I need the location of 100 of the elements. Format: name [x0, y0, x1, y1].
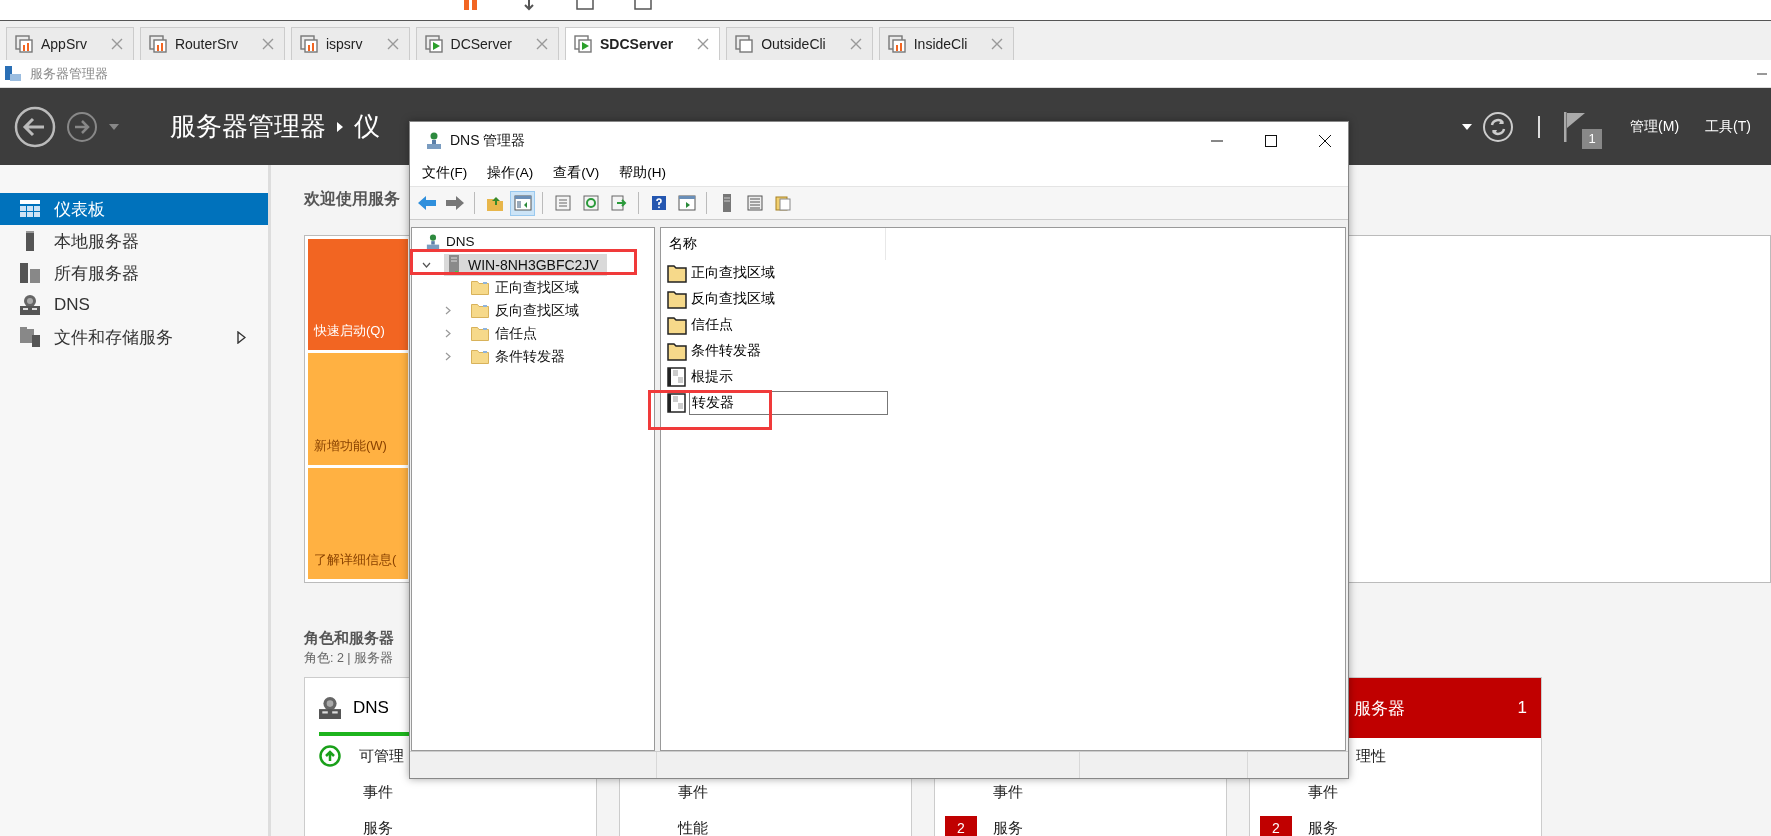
- sidebar-item[interactable]: 所有服务器: [0, 257, 268, 289]
- card-count: 1: [1517, 698, 1527, 718]
- vm-tab[interactable]: InsideCli: [878, 27, 1015, 60]
- card-row-label[interactable]: 事件: [1308, 782, 1338, 802]
- refresh-icon[interactable]: [1482, 110, 1515, 143]
- vm-tab[interactable]: RouterSrv: [139, 27, 285, 60]
- help-icon: [650, 195, 667, 211]
- monitor-chart-icon: [148, 35, 167, 53]
- server-icon: [448, 254, 460, 275]
- roles-title: 角色和服务器: [304, 629, 394, 648]
- header-menu[interactable]: 管理(M): [1630, 117, 1680, 136]
- grid-icon: [20, 200, 40, 218]
- menu-item[interactable]: 查看(V): [545, 164, 608, 182]
- tree-item[interactable]: 正向查找区域: [493, 278, 579, 297]
- window-title: DNS 管理器: [450, 132, 526, 150]
- close-icon[interactable]: [991, 38, 1004, 50]
- globe-server-icon: [20, 295, 40, 315]
- notes-icon: [774, 195, 791, 211]
- monitor-chart-icon: [15, 35, 33, 53]
- dns-app-icon: [426, 132, 442, 150]
- expand-chevron-icon[interactable]: [445, 329, 451, 338]
- sidebar-item[interactable]: 仪表板: [0, 193, 268, 225]
- tree-item[interactable]: 条件转发器: [493, 347, 565, 366]
- folder-icon: [471, 326, 489, 341]
- roles-summary: 角色: 2 | 服务器: [304, 650, 394, 667]
- card-row-label[interactable]: 服务: [363, 818, 393, 836]
- header-menu[interactable]: 工具(T): [1705, 117, 1751, 136]
- vm-tab[interactable]: SDCServer: [565, 27, 721, 60]
- close-icon[interactable]: [849, 38, 862, 50]
- close-icon[interactable]: [386, 38, 399, 50]
- list-item[interactable]: 条件转发器: [689, 342, 761, 360]
- card-row-label[interactable]: 性能: [678, 818, 708, 836]
- card-row-label[interactable]: 服务: [1308, 818, 1338, 836]
- folder-icon: [667, 263, 687, 283]
- app-title: 服务器管理器: [30, 64, 108, 83]
- vm-tab[interactable]: OutsideCli: [726, 27, 873, 60]
- welcome-tile[interactable]: 了解详细信息(: [308, 467, 408, 579]
- close-icon[interactable]: [261, 38, 274, 50]
- forward-icon[interactable]: [66, 110, 98, 143]
- collapse-chevron-icon[interactable]: [422, 261, 431, 268]
- count-badge: 2: [945, 816, 977, 836]
- monitor-play-icon: [424, 35, 443, 53]
- tree-item[interactable]: WIN-8NH3GBFC2JV: [444, 253, 607, 276]
- sidebar-item[interactable]: 本地服务器: [0, 225, 268, 257]
- card-row-label[interactable]: 事件: [363, 782, 393, 802]
- binary-file-icon: [667, 393, 687, 413]
- card-row-label[interactable]: 服务: [993, 818, 1023, 836]
- server-manager-icon: [4, 64, 22, 83]
- close-icon[interactable]: [110, 38, 123, 50]
- caret-icon[interactable]: [1462, 123, 1473, 130]
- menu-item[interactable]: 文件(F): [414, 164, 476, 182]
- card-row-label[interactable]: 事件: [678, 782, 708, 802]
- binary-file-icon: [667, 367, 687, 387]
- folder-icon: [667, 289, 687, 309]
- card-title[interactable]: 服务器: [1354, 696, 1405, 720]
- window-play-icon: [677, 195, 696, 211]
- card-row-label[interactable]: 事件: [993, 782, 1023, 802]
- menu-item[interactable]: 帮助(H): [611, 164, 674, 182]
- folder-icon: [471, 349, 489, 364]
- vm-tab[interactable]: AppSrv: [6, 27, 134, 60]
- expand-arrow-icon[interactable]: [237, 330, 246, 344]
- list-icon: [746, 195, 763, 211]
- window-icon[interactable]: [576, 0, 594, 10]
- toolbar-button[interactable]: [510, 190, 535, 216]
- monitor-icon: [735, 35, 754, 53]
- expand-chevron-icon[interactable]: [445, 352, 451, 361]
- close-icon[interactable]: [697, 38, 710, 50]
- sidebar-item[interactable]: 文件和存储服务: [0, 321, 268, 353]
- tree-item[interactable]: DNS: [444, 234, 475, 249]
- close-icon: [1319, 135, 1331, 147]
- status-label[interactable]: 理性: [1356, 746, 1386, 766]
- folder-icon: [667, 341, 687, 361]
- breadcrumb-title[interactable]: 服务器管理器: [170, 109, 326, 144]
- back-icon[interactable]: [14, 105, 56, 148]
- card-title[interactable]: DNS: [353, 698, 389, 718]
- folder-server-icon: [20, 327, 40, 347]
- tree-item[interactable]: 信任点: [493, 324, 537, 343]
- page-title: 仪: [354, 110, 380, 143]
- refresh-icon: [582, 195, 599, 211]
- monitor-chart-icon: [887, 35, 906, 53]
- sidebar-item[interactable]: DNS: [0, 289, 268, 321]
- list-item[interactable]: 根提示: [689, 368, 733, 386]
- welcome-tile[interactable]: 新增功能(W): [308, 353, 408, 465]
- export-icon: [610, 195, 627, 211]
- column-header[interactable]: 名称: [661, 228, 886, 260]
- list-item[interactable]: 正向查找区域: [689, 264, 775, 282]
- menu-item[interactable]: 操作(A): [479, 164, 542, 182]
- rename-field[interactable]: 转发器: [689, 391, 888, 415]
- status-label[interactable]: 可管理: [359, 746, 404, 766]
- list-item[interactable]: 反向查找区域: [689, 290, 775, 308]
- flag-icon[interactable]: [1564, 111, 1587, 142]
- vm-tab[interactable]: DCServer: [415, 27, 559, 60]
- expand-chevron-icon[interactable]: [445, 306, 451, 315]
- arrow-icon[interactable]: [522, 0, 536, 12]
- window-icon[interactable]: [634, 0, 652, 10]
- tree-item[interactable]: 反向查找区域: [493, 301, 579, 320]
- server-icon: [721, 194, 732, 212]
- vm-tab[interactable]: ispsrv: [290, 27, 410, 60]
- list-item[interactable]: 信任点: [689, 316, 733, 334]
- close-icon[interactable]: [536, 38, 548, 50]
